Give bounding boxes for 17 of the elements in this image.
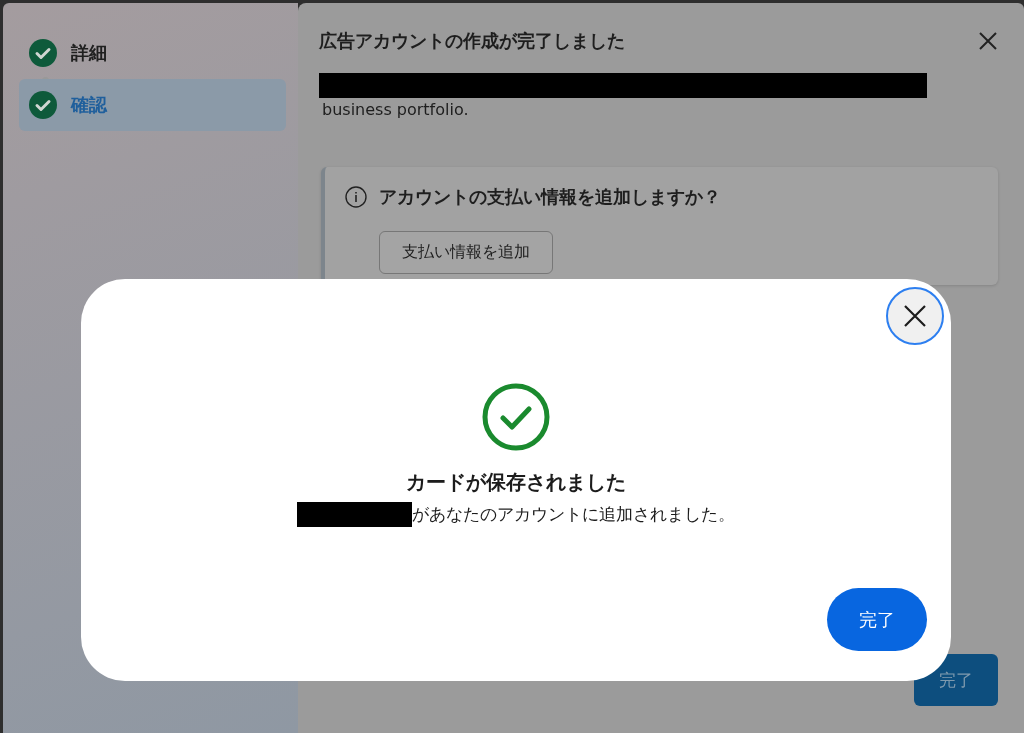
add-payment-button[interactable]: 支払い情報を追加 xyxy=(379,231,553,274)
step-label: 詳細 xyxy=(71,41,107,65)
info-icon xyxy=(345,186,367,208)
close-icon xyxy=(903,304,927,328)
modal-message: があなたのアカウントに追加されました。 xyxy=(412,503,735,526)
modal-title: カードが保存されました xyxy=(406,469,626,496)
done-button[interactable]: 完了 xyxy=(827,588,927,651)
step-label: 確認 xyxy=(71,93,107,117)
close-icon[interactable] xyxy=(978,31,998,51)
check-circle-icon xyxy=(29,91,57,119)
success-check-icon xyxy=(482,383,550,451)
check-circle-icon xyxy=(29,39,57,67)
dialog-title: 広告アカウントの作成が完了しました xyxy=(319,29,625,53)
step-item[interactable]: 詳細 xyxy=(19,27,286,79)
close-button[interactable] xyxy=(886,287,944,345)
payment-question: アカウントの支払い情報を追加しますか？ xyxy=(379,185,721,209)
message-text: business portfolio. xyxy=(322,100,470,119)
